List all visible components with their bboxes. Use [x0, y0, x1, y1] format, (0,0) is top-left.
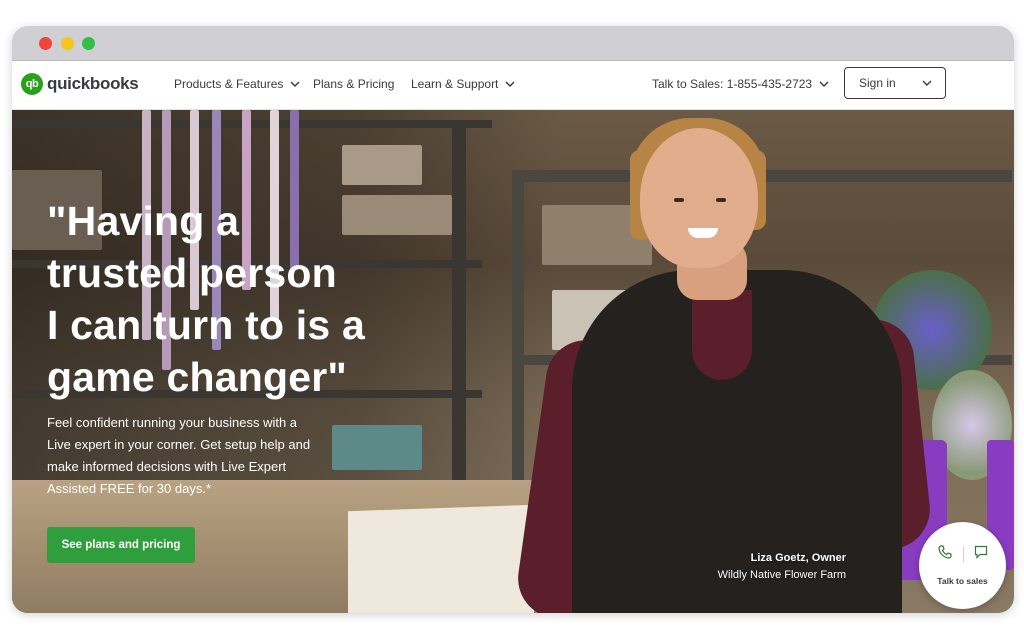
shelf-decoration	[12, 120, 492, 128]
laptop	[348, 504, 534, 613]
close-window-button[interactable]	[39, 37, 52, 50]
nav-plans-pricing-label: Plans & Pricing	[313, 77, 395, 91]
chevron-down-icon	[921, 77, 933, 89]
talk-to-sales-label: Talk to sales	[937, 576, 988, 586]
chat-icon[interactable]	[973, 544, 989, 565]
caption-business: Wildly Native Flower Farm	[717, 569, 846, 581]
nav-learn-support[interactable]: Learn & Support	[411, 77, 516, 91]
nav-plans-pricing[interactable]: Plans & Pricing	[313, 77, 394, 91]
chevron-down-icon	[818, 78, 830, 90]
hero-headline: "Having a trusted person I can turn to i…	[47, 195, 467, 403]
nav-products-features-label: Products & Features	[174, 77, 284, 91]
nav-products-features[interactable]: Products & Features	[174, 77, 301, 91]
minimize-window-button[interactable]	[61, 37, 74, 50]
talk-to-sales-dropdown[interactable]: Talk to Sales: 1-855-435-2723	[652, 77, 830, 91]
person-figure	[674, 198, 684, 202]
headline-line: "Having a	[47, 198, 240, 244]
headline-line: game changer"	[47, 354, 348, 400]
talk-to-sales-label: Talk to Sales: 1-855-435-2723	[652, 77, 813, 91]
icon-separator	[962, 546, 964, 562]
browser-titlebar	[12, 26, 1014, 61]
see-plans-pricing-button[interactable]: See plans and pricing	[47, 527, 195, 563]
chevron-down-icon	[289, 78, 301, 90]
person-figure	[692, 290, 752, 380]
sign-in-label: Sign in	[859, 76, 896, 90]
person-figure	[640, 128, 758, 268]
chevron-down-icon	[504, 78, 516, 90]
box-decoration	[342, 145, 422, 185]
hero-section: "Having a trusted person I can turn to i…	[12, 110, 1014, 613]
top-navigation: qb quickbooks Products & Features Plans …	[12, 61, 1014, 110]
headline-line: I can turn to is a	[47, 302, 365, 348]
person-figure	[716, 198, 726, 202]
qb-logo-icon: qb	[21, 73, 43, 95]
maximize-window-button[interactable]	[82, 37, 95, 50]
subcopy-line: Assisted FREE for 30 days.*	[47, 481, 212, 496]
phone-icon[interactable]	[937, 544, 953, 565]
sign-in-button[interactable]: Sign in	[844, 67, 946, 99]
logo-text: quickbooks	[47, 74, 139, 93]
quickbooks-logo[interactable]: qb quickbooks	[21, 71, 139, 97]
nav-learn-support-label: Learn & Support	[411, 77, 499, 91]
shelf-post	[512, 170, 524, 500]
caption-name: Liza Goetz, Owner	[750, 552, 846, 564]
testimonial-caption: Liza Goetz, Owner Wildly Native Flower F…	[718, 550, 846, 584]
subcopy-line: Live expert in your corner. Get setup he…	[47, 437, 311, 452]
subcopy-line: make informed decisions with Live Expert	[47, 459, 287, 474]
talk-widget-icons	[937, 544, 989, 564]
subcopy-line: Feel confident running your business wit…	[47, 415, 298, 430]
hero-subcopy: Feel confident running your business wit…	[47, 412, 347, 500]
browser-window: qb quickbooks Products & Features Plans …	[12, 26, 1014, 613]
talk-to-sales-widget[interactable]: Talk to sales	[919, 522, 1006, 609]
headline-line: trusted person	[47, 250, 337, 296]
